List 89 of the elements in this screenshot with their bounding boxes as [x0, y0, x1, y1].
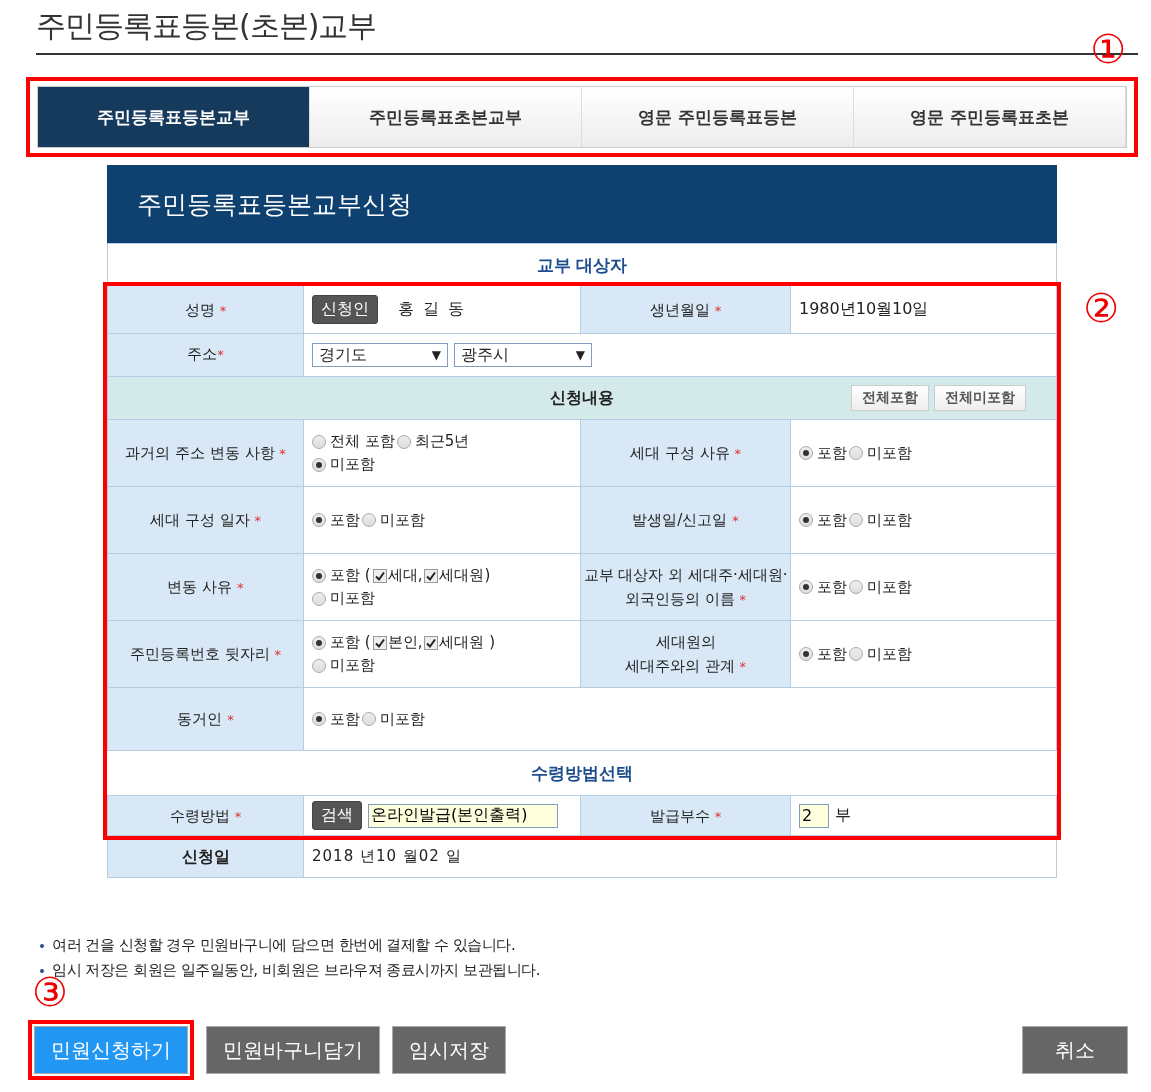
radio-button[interactable] [799, 647, 813, 661]
radio-button[interactable] [799, 446, 813, 460]
cancel-button[interactable]: 취소 [1022, 1026, 1128, 1074]
field-label: 발급부수 * [649, 805, 722, 827]
checkbox[interactable] [372, 568, 387, 583]
radio-option[interactable]: 미포함 [362, 709, 425, 729]
action-button[interactable]: 민원바구니담기 [206, 1026, 380, 1074]
radio-option[interactable]: 미포함 [849, 577, 912, 597]
field-label: 세대 구성 일자 * [150, 510, 261, 531]
checkbox[interactable] [424, 635, 439, 650]
annotation-number: ② [1083, 288, 1119, 328]
radio-option[interactable]: 최근5년 [396, 432, 470, 451]
radio-button[interactable] [849, 513, 863, 527]
tab[interactable]: 주민등록표등본교부 [38, 87, 310, 147]
field-label: 동거인 * [177, 709, 234, 730]
radio-button[interactable] [312, 568, 326, 583]
input-field[interactable]: 2 [799, 803, 829, 828]
checkbox-label: 본인, [387, 633, 423, 652]
radio-button[interactable] [362, 513, 376, 527]
field-label: 변동 사유 * [167, 577, 244, 598]
radio-option[interactable]: 미포함 [312, 589, 375, 608]
radio-option[interactable]: 미포함 [362, 510, 425, 530]
bullet-icon [40, 943, 44, 948]
radio-button[interactable] [362, 712, 376, 726]
tab[interactable]: 영문 주민등록표등본 [582, 87, 854, 147]
page-title: 주민등록표등본(초본)교부 [36, 7, 378, 45]
radio-option[interactable]: 미포함 [312, 656, 375, 675]
section-heading: 교부 대상자 [536, 253, 628, 277]
radio-button[interactable] [312, 635, 326, 650]
radio-option[interactable]: 포함 [799, 644, 847, 664]
field-label: 세대원의 세대주와의 관계 * [624, 632, 747, 677]
radio-option[interactable]: 미포함 [312, 455, 375, 474]
checkbox-label: 세대원 ) [439, 633, 496, 652]
radio-option[interactable]: 포함 ( [312, 633, 371, 652]
radio-option[interactable]: 포함 [312, 709, 360, 729]
radio-button[interactable] [312, 591, 326, 606]
action-button[interactable]: 임시저장 [392, 1026, 506, 1074]
field-label: 생년월일 * [649, 299, 722, 321]
radio-option[interactable]: 포함 [799, 443, 847, 463]
section-heading: 신청내용 [550, 387, 614, 409]
field-label: 교부 대상자 외 세대주·세대원· 외국인등의 이름 * [583, 565, 788, 610]
field-label: 발생일/신고일 * [632, 510, 739, 531]
toggle-all-button[interactable]: 전체미포함 [934, 385, 1026, 411]
field-label: 성명 * [184, 299, 227, 321]
radio-option[interactable]: 포함 ( [312, 566, 371, 585]
search-button[interactable]: 검색 [312, 801, 362, 830]
radio-button[interactable] [312, 434, 326, 449]
section-heading: 수령방법선택 [531, 761, 633, 785]
radio-button[interactable] [312, 712, 326, 726]
radio-button[interactable] [849, 647, 863, 661]
tab[interactable]: 주민등록표초본교부 [310, 87, 582, 147]
radio-button[interactable] [396, 434, 411, 449]
radio-option[interactable]: 미포함 [849, 510, 912, 530]
field-label: 신청일 [181, 845, 230, 868]
note-text: 여러 건을 신청할 경우 민원바구니에 담으면 한번에 결제할 수 있습니다. [52, 936, 516, 955]
dropdown[interactable]: 경기도 ▼ [312, 343, 448, 367]
field-label: 세대 구성 사유 * [630, 443, 741, 464]
tab[interactable]: 영문 주민등록표초본 [854, 87, 1126, 147]
radio-option[interactable]: 포함 [312, 510, 360, 530]
radio-option[interactable]: 미포함 [849, 644, 912, 664]
field-label: 주민등록번호 뒷자리 * [129, 644, 282, 665]
radio-option[interactable]: 미포함 [849, 443, 912, 463]
radio-option[interactable]: 전체 포함 [312, 432, 395, 451]
radio-button[interactable] [312, 457, 326, 472]
name-value: 홍 길 동 [398, 299, 467, 320]
radio-option[interactable]: 포함 [799, 577, 847, 597]
dropdown[interactable]: 광주시 ▼ [454, 343, 592, 367]
toggle-all-button[interactable]: 전체포함 [851, 385, 929, 411]
form-title: 주민등록표등본교부신청 [137, 188, 412, 221]
radio-button[interactable] [312, 658, 326, 673]
radio-button[interactable] [312, 513, 326, 527]
radio-option[interactable]: 포함 [799, 510, 847, 530]
checkbox-label: 세대원) [439, 566, 491, 585]
checkbox-label: 세대, [387, 566, 423, 585]
unit-label: 부 [835, 805, 851, 826]
field-label: 과거의 주소 변동 사항 * [125, 443, 286, 464]
bullet-icon [40, 968, 44, 973]
applicant-button[interactable]: 신청인 [312, 295, 378, 324]
input-field[interactable]: 온라인발급(본인출력) [368, 803, 558, 828]
birth-date: 1980년10월10일 [799, 299, 929, 320]
radio-button[interactable] [799, 513, 813, 527]
checkbox[interactable] [372, 635, 387, 650]
date-value: 2018 년10 월02 일 [312, 847, 462, 866]
radio-button[interactable] [799, 580, 813, 594]
field-label: 주소* [187, 344, 224, 365]
radio-button[interactable] [849, 580, 863, 594]
field-label: 수령방법 * [169, 805, 242, 827]
radio-button[interactable] [849, 446, 863, 460]
checkbox[interactable] [424, 568, 439, 583]
